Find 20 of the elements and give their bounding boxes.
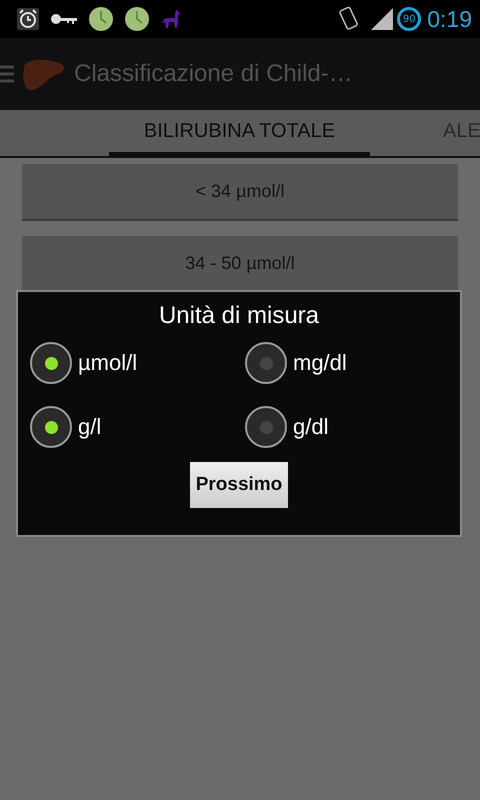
radio-option[interactable]: g/l xyxy=(30,406,245,448)
clock-icon xyxy=(124,6,150,32)
radio-unselected[interactable] xyxy=(245,406,287,448)
signal-icon xyxy=(371,8,394,30)
alarm-clock-icon xyxy=(16,7,40,31)
radio-unselected[interactable] xyxy=(245,342,287,384)
radio-selected[interactable] xyxy=(30,406,72,448)
app-title: Classificazione di Child-… xyxy=(74,60,353,88)
key-icon xyxy=(50,12,78,26)
radio-selected[interactable] xyxy=(30,342,72,384)
radio-option[interactable]: mg/dl xyxy=(245,342,460,384)
clock-time: 0:19 xyxy=(427,6,472,32)
clock-icon xyxy=(88,6,114,32)
dialog-title: Unità di misura xyxy=(158,302,320,330)
next-button[interactable]: Prossimo xyxy=(190,462,288,508)
llama-icon xyxy=(160,8,182,30)
liver-icon xyxy=(22,57,66,91)
battery-indicator: 90 xyxy=(397,7,422,31)
radio-option[interactable]: g/dl xyxy=(245,406,460,448)
radio-option[interactable]: µmol/l xyxy=(30,342,245,384)
